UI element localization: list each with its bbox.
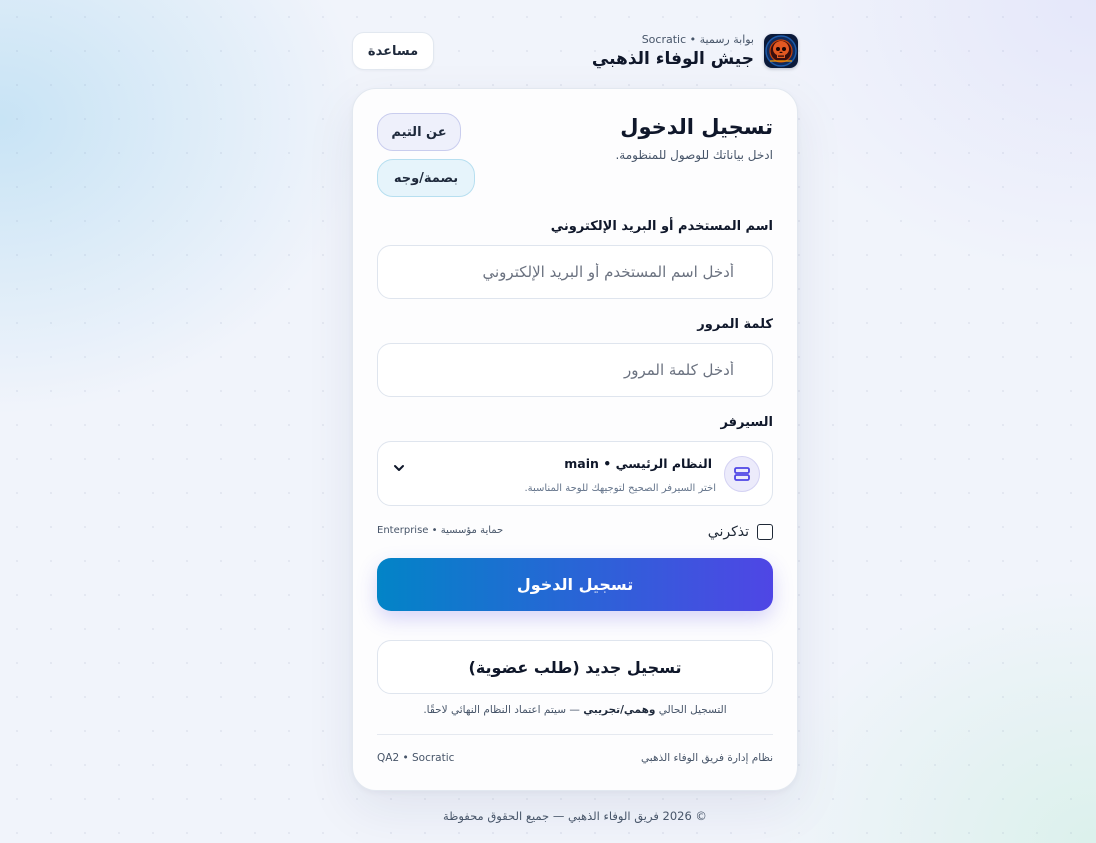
brand-text: بوابة رسمية • Socratic جيش الوفاء الذهبي	[591, 32, 754, 69]
help-button[interactable]: مساعدة	[352, 32, 434, 70]
remember-checkbox[interactable]	[757, 524, 773, 540]
note-suffix: — سيتم اعتماد النظام النهائي لاحقًا.	[423, 704, 580, 716]
note-bold: وهمي/تجريبي	[583, 704, 656, 716]
remember-label: تذكرني	[707, 524, 749, 540]
server-hint: اختر السيرفر الصحيح لتوجيهك للوحة المناس…	[524, 483, 716, 494]
login-button[interactable]: تسجيل الدخول	[377, 558, 773, 611]
copyright: © 2026 فريق الوفاء الذهبي — جميع الحقوق …	[443, 809, 707, 823]
server-selected-value: النظام الرئيسي • main	[564, 456, 712, 471]
divider	[377, 734, 773, 735]
server-label: السيرفر	[720, 415, 773, 430]
logo-icon	[764, 34, 798, 68]
server-icon	[724, 456, 760, 492]
registration-note: التسجيل الحالي وهمي/تجريبي — سيتم اعتماد…	[377, 704, 773, 716]
chevron-down-icon	[392, 460, 406, 474]
login-card: تسجيل الدخول ادخل بياناتك للوصول للمنظوم…	[352, 88, 798, 791]
system-name: نظام إدارة فريق الوفاء الذهبي	[641, 752, 773, 764]
password-label: كلمة المرور	[697, 317, 773, 332]
note-prefix: التسجيل الحالي	[658, 704, 727, 716]
remember-me: تذكرني	[708, 523, 773, 541]
server-select[interactable]: النظام الرئيسي • main اختر السيرفر الصحي…	[377, 441, 773, 506]
biometric-login-button[interactable]: بصمة/وجه	[377, 159, 475, 197]
page-title: تسجيل الدخول	[620, 115, 773, 139]
username-label: اسم المستخدم أو البريد الإلكتروني	[550, 219, 773, 234]
brand: بوابة رسمية • Socratic جيش الوفاء الذهبي	[592, 32, 798, 70]
password-input[interactable]	[377, 343, 773, 397]
brand-title: جيش الوفاء الذهبي	[591, 48, 754, 69]
top-header: بوابة رسمية • Socratic جيش الوفاء الذهبي…	[352, 32, 798, 70]
security-badge: حماية مؤسسية • Enterprise	[377, 525, 504, 536]
register-button[interactable]: تسجيل جديد (طلب عضوية)	[377, 640, 773, 694]
page-subtitle: ادخل بياناتك للوصول للمنظومة.	[615, 148, 773, 162]
username-input[interactable]	[377, 245, 773, 299]
version-label: QA2 • Socratic	[377, 752, 455, 764]
about-team-button[interactable]: عن التيم	[377, 113, 461, 151]
brand-subtitle: بوابة رسمية • Socratic	[641, 32, 754, 46]
